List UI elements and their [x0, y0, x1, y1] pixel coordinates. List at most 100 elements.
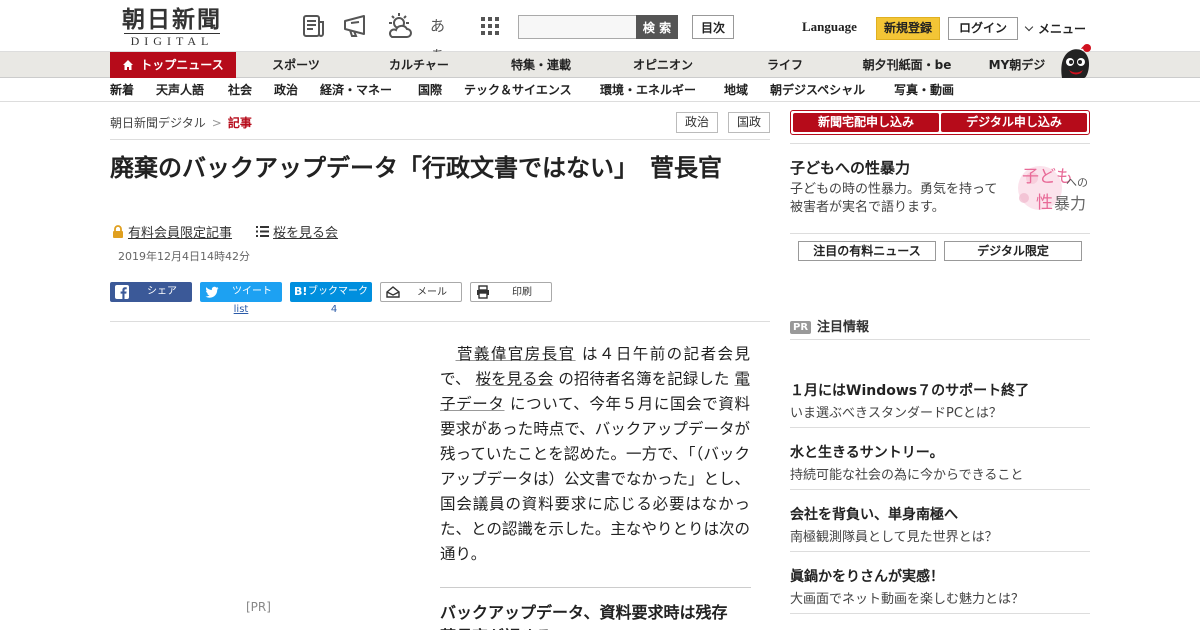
- menu-label: メニュー: [1038, 22, 1087, 36]
- chevron-down-icon: [1024, 22, 1034, 32]
- body-link-sakura[interactable]: 桜を見る会: [476, 370, 554, 388]
- ad-subtitle[interactable]: いま選ぶべきスタンダードPCとは？: [790, 402, 1002, 421]
- twitter-icon: [205, 286, 219, 298]
- promo-image-text-2: への: [1066, 176, 1088, 189]
- asahi-digital-logo[interactable]: 朝日新聞 DIGITAL: [114, 6, 230, 48]
- font-size-icon[interactable]: あぁ: [430, 12, 458, 63]
- search-button[interactable]: 検 索: [636, 15, 678, 39]
- pr-badge: PR: [790, 321, 812, 334]
- nav-life[interactable]: ライフ: [746, 52, 824, 78]
- pr-heading-label: 注目情報: [817, 320, 870, 335]
- nav-top-news[interactable]: トップニュース: [110, 52, 236, 78]
- nav-culture[interactable]: カルチャー: [376, 52, 462, 78]
- paid-member-badge[interactable]: 有料会員限定記事: [112, 222, 232, 241]
- divider: [790, 233, 1090, 234]
- nav-sports[interactable]: スポーツ: [256, 52, 336, 78]
- promo-text[interactable]: 子どもの時の性暴力。勇気を持って被害者が実名で語ります。: [790, 181, 1005, 217]
- subnav-politics[interactable]: 政治: [274, 79, 298, 102]
- toc-button[interactable]: 目次: [692, 15, 734, 39]
- nav-features[interactable]: 特集・連載: [496, 52, 586, 78]
- subnav-economy[interactable]: 経済・マネー: [320, 79, 392, 102]
- hatena-bookmark-count[interactable]: 4: [290, 304, 378, 315]
- mail-icon: [386, 286, 400, 298]
- facebook-share-label: シェア: [147, 286, 177, 297]
- subnav-society[interactable]: 社会: [228, 79, 252, 102]
- language-link[interactable]: Language: [802, 19, 857, 35]
- facebook-icon: [115, 285, 129, 299]
- mail-share-label: メール: [417, 287, 447, 298]
- featured-paid-news-button[interactable]: 注目の有料ニュース: [798, 241, 936, 261]
- hatena-bookmark-label: ブックマーク: [308, 286, 368, 297]
- primary-nav: トップニュース スポーツ カルチャー 特集・連載 オピニオン ライフ 朝夕刊紙面…: [0, 52, 1200, 78]
- body-link-suga[interactable]: 菅義偉官房長官: [456, 345, 576, 363]
- mail-share-button[interactable]: メール: [380, 282, 462, 302]
- subnav-region[interactable]: 地域: [724, 79, 748, 102]
- ad-title[interactable]: １月にはWindows７のサポート終了: [790, 380, 1029, 400]
- site-header: 朝日新聞 DIGITAL あぁ 検 索 目次 Language 新規登録 ログ: [0, 0, 1200, 63]
- mascot-character-icon[interactable]: [1054, 40, 1094, 80]
- ad-subtitle[interactable]: 大画面でネット動画を楽しむ魅力とは？: [790, 588, 1024, 607]
- home-icon: [122, 54, 134, 80]
- breadcrumb-home[interactable]: 朝日新聞デジタル: [110, 116, 206, 130]
- ad-title[interactable]: 会社を背負い、単身南極へ: [790, 504, 958, 524]
- nav-newspaper[interactable]: 朝夕刊紙面・be: [852, 52, 962, 78]
- newspaper-subscribe-button[interactable]: 新聞宅配申し込み: [793, 113, 939, 132]
- breadcrumb-separator: >: [211, 116, 222, 130]
- breadcrumb-current: 記事: [227, 116, 252, 130]
- tag-politics[interactable]: 政治: [676, 112, 718, 133]
- body-text: について、今年５月に国会で資料要求があった時点で、バックアップデータが残っていた…: [440, 395, 751, 563]
- print-icon: [477, 285, 489, 299]
- article-body: 菅義偉官房長官 は４日午前の記者会見で、 桜を見る会 の招待者名簿を記録した 電…: [440, 342, 750, 567]
- divider: [790, 489, 1090, 490]
- divider: [110, 139, 770, 140]
- twitter-share-button[interactable]: ツイート: [200, 282, 282, 302]
- subnav-tenseijingo[interactable]: 天声人語: [156, 79, 204, 102]
- facebook-share-button[interactable]: シェア: [110, 282, 192, 302]
- subnav-tech-science[interactable]: テック＆サイエンス: [464, 79, 572, 102]
- menu-button[interactable]: メニュー: [1024, 20, 1087, 37]
- ad-subtitle[interactable]: 南極観測隊員として見た世界とは？: [790, 526, 998, 545]
- subnav-latest[interactable]: 新着: [110, 79, 134, 102]
- promo-title[interactable]: 子どもへの性暴力: [790, 157, 910, 178]
- divider: [790, 427, 1090, 428]
- print-button[interactable]: 印刷: [470, 282, 552, 302]
- twitter-share-label: ツイート: [232, 286, 272, 297]
- subnav-special[interactable]: 朝デジスペシャル: [770, 79, 865, 102]
- nav-my-asahi[interactable]: MY朝デジ: [982, 52, 1052, 78]
- print-label: 印刷: [512, 287, 532, 298]
- logo-kanji: 朝日新聞: [122, 6, 222, 33]
- ad-title[interactable]: 眞鍋かをりさんが実感！: [790, 566, 944, 586]
- paid-member-label: 有料会員限定記事: [128, 226, 233, 241]
- newspaper-icon[interactable]: [300, 12, 328, 40]
- subnav-photo-video[interactable]: 写真・動画: [894, 79, 954, 102]
- ad-title[interactable]: 水と生きるサントリー。: [790, 442, 944, 462]
- divider: [110, 321, 770, 322]
- topic-link[interactable]: 桜を見る会: [256, 222, 338, 241]
- divider: [440, 587, 751, 588]
- weather-icon[interactable]: [386, 12, 414, 40]
- divider: [790, 143, 1090, 144]
- digital-subscribe-button[interactable]: デジタル申し込み: [941, 113, 1087, 132]
- body-text: の招待者名簿を記録した: [558, 370, 730, 388]
- nav-opinion[interactable]: オピニオン: [620, 52, 706, 78]
- promo-image[interactable]: 子ども への 性 暴力: [1010, 160, 1090, 216]
- register-button[interactable]: 新規登録: [876, 17, 940, 40]
- logo-latin: DIGITAL: [124, 33, 220, 48]
- apps-grid-icon[interactable]: [476, 12, 504, 40]
- subnav-international[interactable]: 国際: [418, 79, 442, 102]
- pr-heading: PR 注目情報: [790, 316, 869, 335]
- divider: [790, 613, 1090, 614]
- tag-national-politics[interactable]: 国政: [728, 112, 770, 133]
- promo-image-text-3: 性: [1036, 193, 1053, 213]
- subnav-environment[interactable]: 環境・エネルギー: [600, 79, 696, 102]
- search-input[interactable]: [518, 15, 638, 39]
- divider: [790, 551, 1090, 552]
- digital-only-button[interactable]: デジタル限定: [944, 241, 1082, 261]
- topic-label: 桜を見る会: [273, 226, 339, 241]
- twitter-share-count[interactable]: list: [200, 304, 282, 315]
- login-button[interactable]: ログイン: [948, 17, 1018, 40]
- megaphone-icon[interactable]: [342, 12, 370, 40]
- ad-subtitle[interactable]: 持続可能な社会の為に今からできること: [790, 464, 1023, 483]
- hatena-bookmark-button[interactable]: B! ブックマーク: [290, 282, 372, 302]
- article-title: 廃棄のバックアップデータ「行政文書ではない」 菅長官: [110, 154, 722, 182]
